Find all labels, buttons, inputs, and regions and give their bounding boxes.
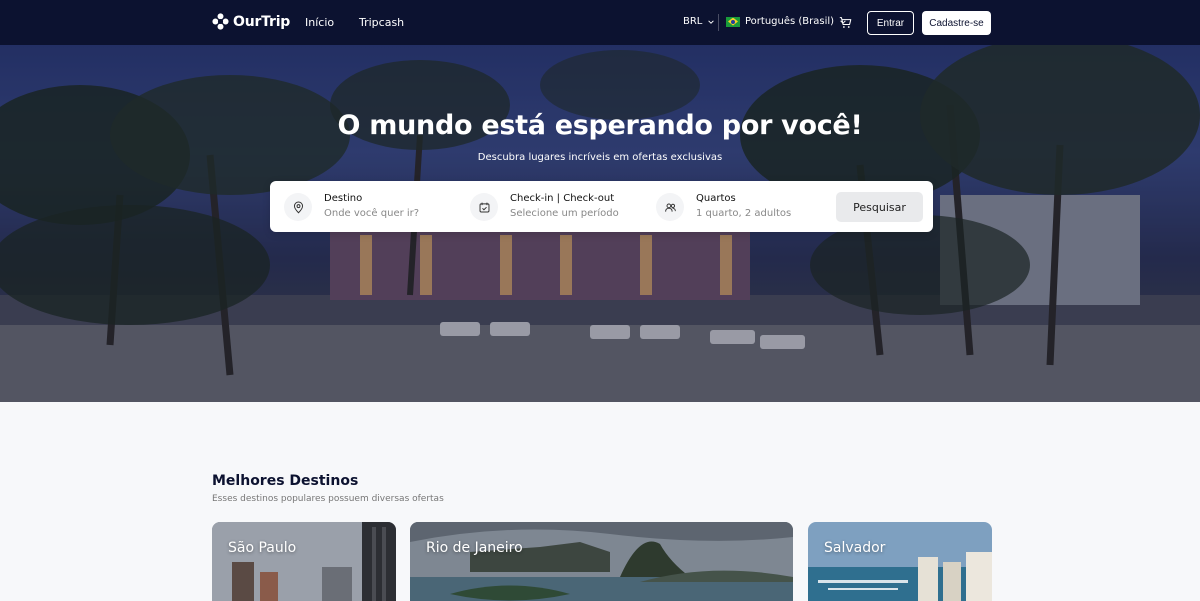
destination-field[interactable]: Destino Onde você quer ir? — [284, 189, 454, 225]
destination-placeholder: Onde você quer ir? — [324, 208, 420, 219]
header-divider — [718, 14, 719, 31]
currency-selector[interactable]: BRL — [683, 16, 715, 27]
destination-label: Destino — [324, 193, 363, 204]
search-bar: Destino Onde você quer ir? Check-in | Ch… — [270, 181, 933, 232]
brazil-flag-icon — [726, 16, 740, 27]
brand-name: OurTrip — [233, 13, 291, 30]
section-subtitle: Esses destinos populares possuem diversa… — [212, 494, 444, 504]
brand-logo-icon — [212, 13, 229, 30]
salvador-image — [808, 522, 992, 601]
nav-link-inicio[interactable]: Início — [305, 16, 334, 29]
users-icon — [656, 193, 684, 221]
language-value: Português (Brasil) — [745, 16, 835, 27]
top-navigation-bar: OurTrip Início Tripcash BRL Português (B… — [0, 0, 1200, 45]
brand-logo[interactable]: OurTrip — [212, 13, 290, 30]
rooms-label: Quartos — [696, 193, 736, 204]
hero-subtitle: Descubra lugares incríveis em ofertas ex… — [477, 152, 723, 163]
destination-card-sao-paulo[interactable]: São Paulo — [212, 522, 396, 601]
destination-card-salvador[interactable]: Salvador — [808, 522, 992, 601]
date-range-placeholder: Selecione um período — [510, 208, 619, 219]
calendar-check-icon — [470, 193, 498, 221]
destination-name: Salvador — [824, 540, 886, 556]
rio-de-janeiro-image — [410, 522, 793, 601]
sao-paulo-image — [212, 522, 396, 601]
hero-banner: O mundo está esperando por você! Descubr… — [0, 45, 1200, 402]
location-pin-icon — [284, 193, 312, 221]
login-button[interactable]: Entrar — [867, 11, 914, 35]
cart-icon[interactable] — [839, 16, 852, 29]
date-range-label: Check-in | Check-out — [510, 193, 615, 204]
destination-name: Rio de Janeiro — [426, 540, 523, 556]
destination-name: São Paulo — [228, 540, 297, 556]
language-selector[interactable]: Português (Brasil) — [726, 16, 847, 27]
currency-value: BRL — [683, 16, 703, 27]
search-button[interactable]: Pesquisar — [836, 192, 923, 222]
chevron-down-icon — [708, 19, 715, 24]
rooms-field[interactable]: Quartos 1 quarto, 2 adultos — [656, 189, 826, 225]
rooms-value: 1 quarto, 2 adultos — [696, 208, 792, 219]
section-title: Melhores Destinos — [212, 473, 359, 489]
date-range-field[interactable]: Check-in | Check-out Selecione um períod… — [470, 189, 640, 225]
hero-title: O mundo está esperando por você! — [337, 110, 863, 141]
destinations-section: Melhores Destinos Esses destinos popular… — [0, 402, 1200, 601]
nav-link-tripcash[interactable]: Tripcash — [359, 16, 404, 29]
destination-card-rio-de-janeiro[interactable]: Rio de Janeiro — [410, 522, 793, 601]
signup-button[interactable]: Cadastre-se — [922, 11, 991, 35]
